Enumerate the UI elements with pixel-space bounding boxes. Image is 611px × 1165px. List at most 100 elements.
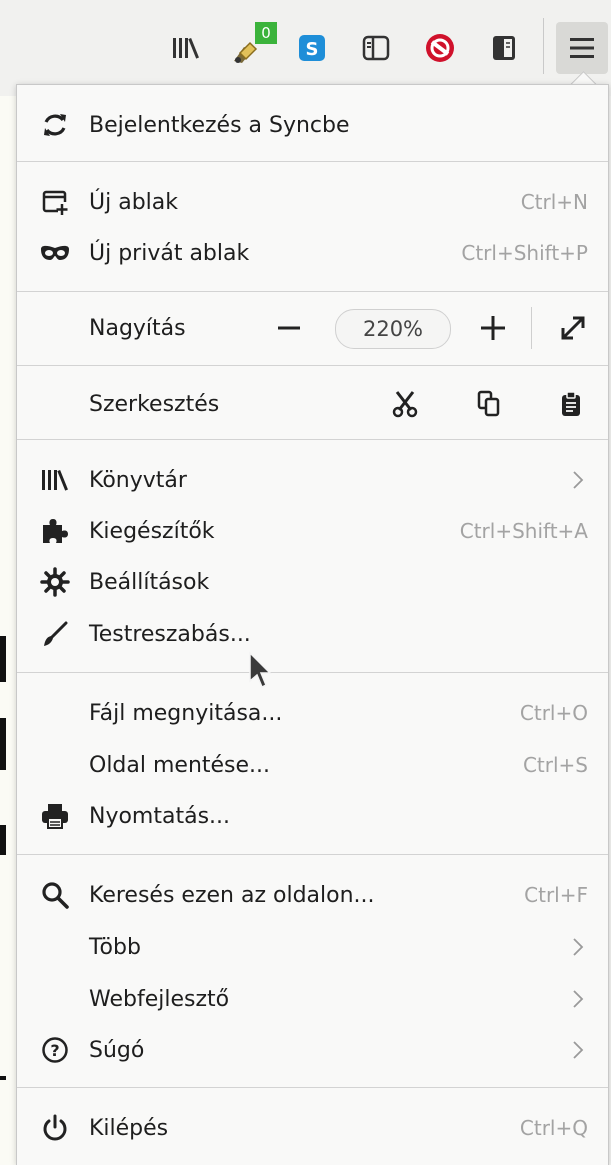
page-content-fragment — [0, 718, 6, 770]
menu-separator — [17, 291, 608, 292]
shortcut-label: Ctrl+Shift+P — [461, 241, 588, 265]
addon-badge: 0 — [255, 22, 277, 44]
menu-separator — [17, 672, 608, 673]
menu-item-label: Beállítások — [89, 569, 210, 595]
menu-item-label: Nagyítás — [89, 315, 186, 341]
zoom-reset-button[interactable]: 220% — [335, 309, 451, 349]
menu-item-zoom: Nagyítás 220% — [17, 303, 608, 353]
menu-item-settings[interactable]: Beállítások — [17, 557, 608, 607]
chevron-right-icon — [573, 471, 584, 489]
fullscreen-icon — [561, 316, 585, 340]
menu-item-save-page[interactable]: Oldal mentése... Ctrl+S — [17, 740, 608, 790]
menu-item-help[interactable]: ? Súgó — [17, 1025, 608, 1075]
help-icon: ? — [39, 1034, 71, 1066]
menu-item-find[interactable]: Keresés ezen az oldalon... Ctrl+F — [17, 870, 608, 920]
menu-item-label: Kiegészítők — [89, 518, 215, 544]
skype-button[interactable]: S — [290, 24, 334, 72]
library-icon — [39, 464, 71, 496]
library-icon — [173, 37, 199, 59]
menu-item-label: Új privát ablak — [89, 240, 250, 266]
puzzle-piece-icon — [39, 515, 71, 547]
fullscreen-button[interactable] — [549, 303, 597, 353]
block-icon — [426, 34, 454, 62]
search-icon — [39, 879, 71, 911]
menu-item-new-window[interactable]: Új ablak Ctrl+N — [17, 177, 608, 227]
chevron-right-icon — [573, 938, 584, 956]
menu-separator — [17, 439, 608, 440]
skype-icon: S — [299, 35, 325, 61]
private-mask-icon — [39, 237, 71, 269]
zoom-in-button[interactable] — [469, 303, 517, 353]
page-content-fragment — [0, 636, 6, 682]
cut-button[interactable] — [381, 379, 429, 429]
paste-button[interactable] — [547, 379, 595, 429]
shortcut-label: Ctrl+Q — [519, 1116, 588, 1140]
menu-item-label: Testreszabás... — [89, 621, 251, 647]
shortcut-label: Ctrl+Shift+A — [459, 519, 588, 543]
open-menu-button[interactable] — [556, 22, 608, 74]
menu-item-label: Kilépés — [89, 1115, 169, 1141]
menu-item-more[interactable]: Több — [17, 922, 608, 972]
new-window-icon — [39, 186, 71, 218]
browser-toolbar: 0 S — [0, 0, 611, 96]
menu-item-label: Keresés ezen az oldalon... — [89, 882, 375, 908]
menu-item-open-file[interactable]: Fájl megnyitása... Ctrl+O — [17, 688, 608, 738]
menu-item-web-developer[interactable]: Webfejlesztő — [17, 974, 608, 1024]
printer-icon — [39, 800, 71, 832]
copy-icon — [477, 390, 500, 417]
menu-item-label: Oldal mentése... — [89, 752, 271, 778]
shortcut-label: Ctrl+O — [519, 701, 588, 725]
toolbar-separator — [543, 18, 544, 74]
addon-button[interactable]: 0 — [226, 22, 277, 72]
menu-separator — [17, 1087, 608, 1088]
menu-separator — [17, 365, 608, 366]
clipboard-icon — [562, 391, 580, 416]
block-button[interactable] — [418, 24, 462, 72]
menu-item-sync[interactable]: Bejelentkezés a Syncbe — [17, 100, 608, 150]
menu-item-quit[interactable]: Kilépés Ctrl+Q — [17, 1103, 608, 1153]
menu-item-print[interactable]: Nyomtatás... — [17, 791, 608, 841]
reader-view-button[interactable] — [354, 24, 398, 72]
menu-item-label: Webfejlesztő — [89, 986, 230, 1012]
shortcut-label: Ctrl+S — [522, 753, 588, 777]
chevron-right-icon — [573, 990, 584, 1008]
mouse-cursor-icon — [249, 651, 272, 689]
paintbrush-icon — [39, 618, 71, 650]
plus-icon — [481, 316, 505, 340]
menu-item-label: Új ablak — [89, 189, 178, 215]
menu-item-addons[interactable]: Kiegészítők Ctrl+Shift+A — [17, 506, 608, 556]
menu-item-label: Súgó — [89, 1037, 145, 1063]
main-menu-panel: Bejelentkezés a Syncbe Új ablak Ctrl+N Ú… — [16, 84, 609, 1165]
page-content-fragment — [0, 825, 6, 855]
zoom-out-button[interactable] — [265, 303, 313, 353]
copy-button[interactable] — [465, 379, 513, 429]
menu-separator — [17, 854, 608, 855]
sync-icon — [39, 109, 71, 141]
menu-item-label: Könyvtár — [89, 467, 187, 493]
menu-item-label: Nyomtatás... — [89, 803, 231, 829]
menu-item-label: Szerkesztés — [89, 391, 220, 417]
reader-view-icon — [362, 35, 390, 61]
menu-item-library[interactable]: Könyvtár — [17, 455, 608, 505]
svg-text:?: ? — [50, 1041, 59, 1060]
menu-item-label: Több — [89, 934, 141, 960]
shortcut-label: Ctrl+N — [520, 190, 588, 214]
sidebar-button[interactable] — [482, 24, 526, 72]
menu-item-label: Fájl megnyitása... — [89, 700, 283, 726]
minus-icon — [278, 326, 300, 330]
shortcut-label: Ctrl+F — [524, 883, 588, 907]
library-button[interactable] — [164, 24, 208, 72]
zoom-separator — [531, 307, 532, 349]
power-icon — [39, 1112, 71, 1144]
chevron-right-icon — [573, 1041, 584, 1059]
page-content-fragment — [0, 1076, 6, 1080]
hamburger-menu-icon — [570, 38, 594, 58]
sidebar-icon — [493, 36, 515, 60]
scissors-icon — [392, 391, 418, 418]
menu-item-label: Bejelentkezés a Syncbe — [89, 112, 350, 138]
menu-separator — [17, 161, 608, 162]
menu-item-customize[interactable]: Testreszabás... — [17, 609, 608, 659]
page-background — [0, 96, 16, 1165]
menu-item-private-window[interactable]: Új privát ablak Ctrl+Shift+P — [17, 228, 608, 278]
gear-icon — [39, 566, 71, 598]
